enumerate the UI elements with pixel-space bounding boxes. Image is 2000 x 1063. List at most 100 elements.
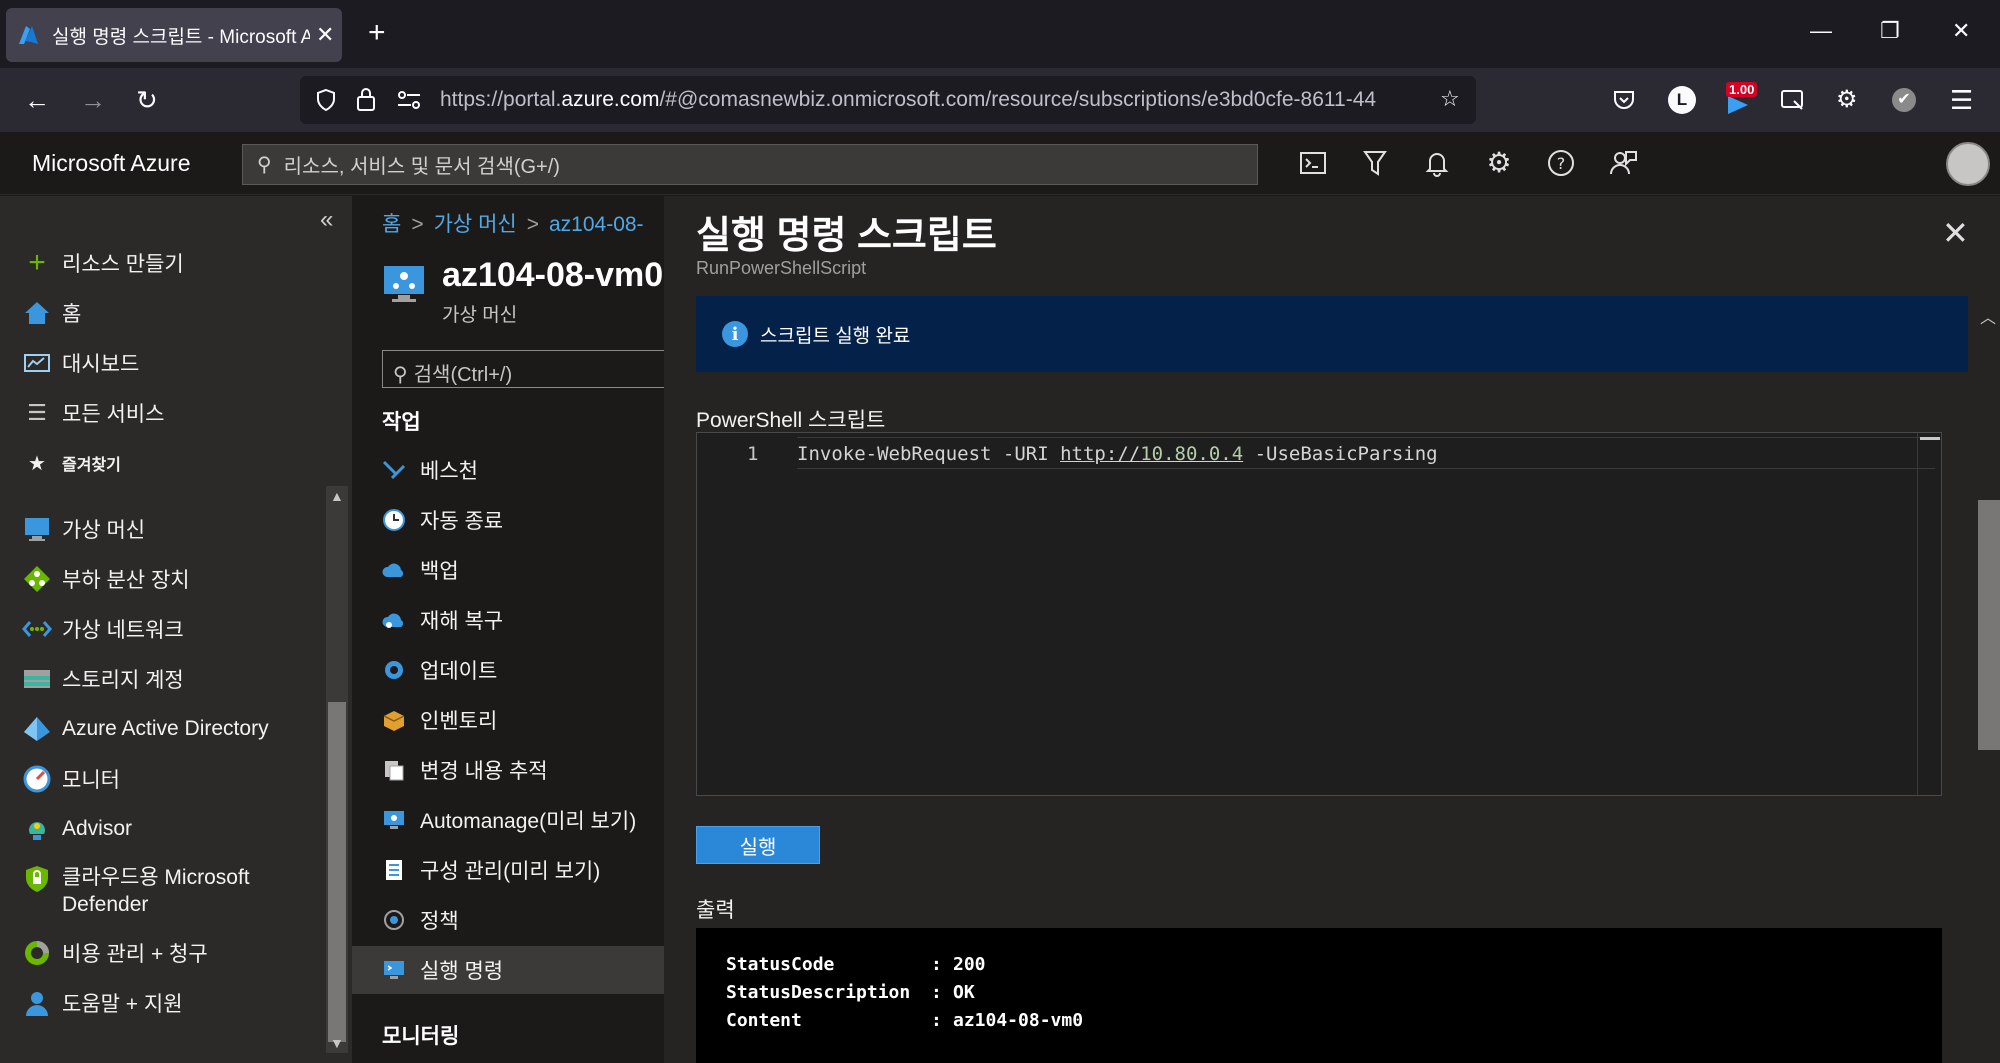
restore-window-icon[interactable]: ❐ (1880, 18, 1900, 44)
menu-item-disaster-recovery[interactable]: 재해 복구 (382, 596, 664, 644)
sidebar-scrollbar[interactable]: ▲ ▼ (326, 486, 348, 1053)
menu-item-backup[interactable]: 백업 (382, 546, 664, 594)
dashboard-icon (24, 354, 50, 372)
panel-scrollbar-thumb[interactable] (1978, 500, 2000, 750)
advisor-icon (29, 822, 45, 840)
lock-icon[interactable] (354, 86, 378, 112)
tab-close-icon[interactable]: ✕ (316, 22, 334, 48)
menu-item-updates[interactable]: 업데이트 (382, 646, 664, 694)
menu-item-label: 실행 명령 (420, 960, 504, 983)
menu-item-bastion[interactable]: 베스천 (382, 446, 664, 494)
close-window-icon[interactable]: ✕ (1952, 18, 1970, 44)
feedback-icon[interactable] (1608, 148, 1638, 178)
breadcrumb-home[interactable]: 홈 (382, 213, 401, 236)
favorites-label: 즐겨찾기 (62, 457, 121, 474)
sidebar-item-aad[interactable]: Azure Active Directory (22, 714, 269, 744)
scroll-up-icon[interactable]: ︿ (1980, 304, 1996, 328)
breadcrumb-vms[interactable]: 가상 머신 (434, 213, 517, 236)
plus-icon: + (28, 246, 46, 279)
account-avatar[interactable] (1946, 142, 1990, 186)
notifications-bell-icon[interactable] (1422, 148, 1452, 178)
sidebar-item-monitor[interactable]: 모니터 (22, 764, 120, 794)
menu-item-label: 정책 (420, 910, 459, 933)
menu-item-change-tracking[interactable]: 변경 내용 추적 (382, 746, 664, 794)
menu-hamburger-icon[interactable]: ☰ (1950, 84, 1973, 116)
menu-item-automanage[interactable]: Automanage(미리 보기) (382, 796, 664, 844)
sidebar-item-dashboard[interactable]: 대시보드 (22, 348, 139, 378)
browser-tab-active[interactable]: 실행 명령 스크립트 - Microsoft Azure ✕ (6, 8, 342, 62)
info-icon: i (722, 321, 748, 347)
menu-item-label: 베스천 (420, 460, 478, 483)
close-panel-icon[interactable]: ✕ (1942, 214, 1969, 252)
forward-icon[interactable]: → (80, 84, 106, 116)
config-list-icon (386, 860, 402, 880)
cloud-shell-icon[interactable] (1298, 148, 1328, 178)
menu-item-policy[interactable]: 정책 (382, 896, 664, 944)
search-placeholder: 리소스, 서비스 및 문서 검색(G+/) (283, 156, 560, 178)
script-editor[interactable]: 1 Invoke-WebRequest -URI http://10.80.0.… (696, 432, 1942, 796)
sidebar-item-vm[interactable]: 가상 머신 (22, 514, 145, 544)
sidebar-item-storage[interactable]: 스토리지 계정 (22, 664, 184, 694)
collapse-sidebar-icon[interactable]: « (320, 206, 333, 234)
run-button[interactable]: 실행 (696, 826, 820, 864)
azure-top-bar: Microsoft Azure ⚲ 리소스, 서비스 및 문서 검색(G+/) … (0, 132, 2000, 195)
editor-scrollbar[interactable] (1917, 433, 1941, 795)
menu-item-run-command[interactable]: 실행 명령 (352, 946, 664, 994)
back-icon[interactable]: ← (24, 84, 50, 116)
global-search-input[interactable]: ⚲ 리소스, 서비스 및 문서 검색(G+/) (242, 144, 1258, 185)
scroll-down-icon[interactable]: ▼ (330, 1035, 344, 1051)
list-icon: ☰ (27, 400, 47, 425)
browser-tab-bar: 실행 명령 스크립트 - Microsoft Azure ✕ + — ❐ ✕ (0, 0, 2000, 68)
menu-item-auto-shutdown[interactable]: 자동 종료 (382, 496, 664, 544)
cost-icon (25, 941, 49, 965)
portal-settings-icon[interactable]: ⚙ (1484, 148, 1514, 178)
sidebar-item-create[interactable]: + 리소스 만들기 (22, 246, 184, 279)
sidebar-item-cost[interactable]: 비용 관리 + 청구 (22, 938, 208, 968)
sidebar-item-all-services[interactable]: ☰ 모든 서비스 (22, 398, 164, 428)
browser-nav-bar: ← → ↻ https://portal.azure.com/#@comasne… (0, 68, 2000, 132)
sidebar-scrollbar-thumb[interactable] (328, 702, 346, 1042)
reload-icon[interactable]: ↻ (136, 84, 158, 116)
sidebar-item-home[interactable]: 홈 (22, 298, 81, 328)
extension-badge: 1.00 (1726, 82, 1758, 97)
script-code-line[interactable]: Invoke-WebRequest -URI http://10.80.0.4 … (797, 443, 1438, 465)
screenshot-icon[interactable] (1780, 88, 1806, 112)
address-bar[interactable]: https://portal.azure.com/#@comasnewbiz.o… (300, 76, 1476, 124)
profile-avatar[interactable]: L (1668, 86, 1696, 114)
permissions-icon[interactable] (396, 88, 422, 112)
blade-search-placeholder: 검색(Ctrl+/) (413, 364, 513, 386)
panel-scrollbar[interactable]: ︿ (1974, 296, 2000, 1063)
url-text: https://portal.azure.com/#@comasnewbiz.o… (440, 88, 1377, 111)
bookmark-star-icon[interactable]: ☆ (1440, 86, 1460, 112)
output-row: StatusCode:200 (726, 954, 986, 975)
shield-icon[interactable] (314, 88, 338, 112)
menu-item-label: 인벤토리 (420, 710, 498, 733)
settings-gear-icon[interactable]: ⚙ (1836, 84, 1858, 116)
blade-search-input[interactable]: ⚲ 검색(Ctrl+/) (382, 350, 682, 388)
checkmark-extension-icon[interactable]: ✔ (1892, 88, 1916, 112)
pocket-icon[interactable] (1612, 88, 1636, 112)
directory-filter-icon[interactable] (1360, 148, 1390, 178)
portal-brand[interactable]: Microsoft Azure (32, 150, 191, 177)
sidebar-item-load-balancer[interactable]: 부하 분산 장치 (22, 564, 190, 594)
sidebar-item-help-support[interactable]: 도움말 + 지원 (22, 988, 183, 1018)
new-tab-button[interactable]: + (368, 18, 386, 48)
menu-item-inventory[interactable]: 인벤토리 (382, 696, 664, 744)
sidebar-item-label: 클라우드용 Microsoft Defender (62, 866, 250, 916)
sidebar-item-label: 홈 (62, 303, 82, 326)
info-banner: i 스크립트 실행 완료 (696, 296, 1968, 372)
minimize-icon[interactable]: — (1810, 18, 1832, 44)
portal-sidebar: « + 리소스 만들기 홈 대시보드 ☰ 모든 서비스 ★ 즐겨찾기 ▲ ▼ 가… (0, 196, 352, 1063)
scroll-up-icon[interactable]: ▲ (330, 488, 344, 504)
tab-title: 실행 명령 스크립트 - Microsoft Azure (52, 26, 310, 48)
help-icon[interactable]: ? (1546, 148, 1576, 178)
storage-icon (24, 670, 50, 688)
sidebar-item-label: 대시보드 (62, 353, 140, 376)
automanage-icon (384, 811, 404, 829)
sidebar-item-advisor[interactable]: Advisor (22, 814, 132, 844)
sidebar-item-vnet[interactable]: 가상 네트워크 (22, 614, 184, 644)
sidebar-item-defender[interactable]: 클라우드용 Microsoft Defender (22, 864, 250, 918)
menu-item-config-management[interactable]: 구성 관리(미리 보기) (382, 846, 664, 894)
extension-button[interactable]: 1.00 (1722, 82, 1762, 118)
breadcrumb-vm[interactable]: az104-08- (549, 213, 644, 236)
